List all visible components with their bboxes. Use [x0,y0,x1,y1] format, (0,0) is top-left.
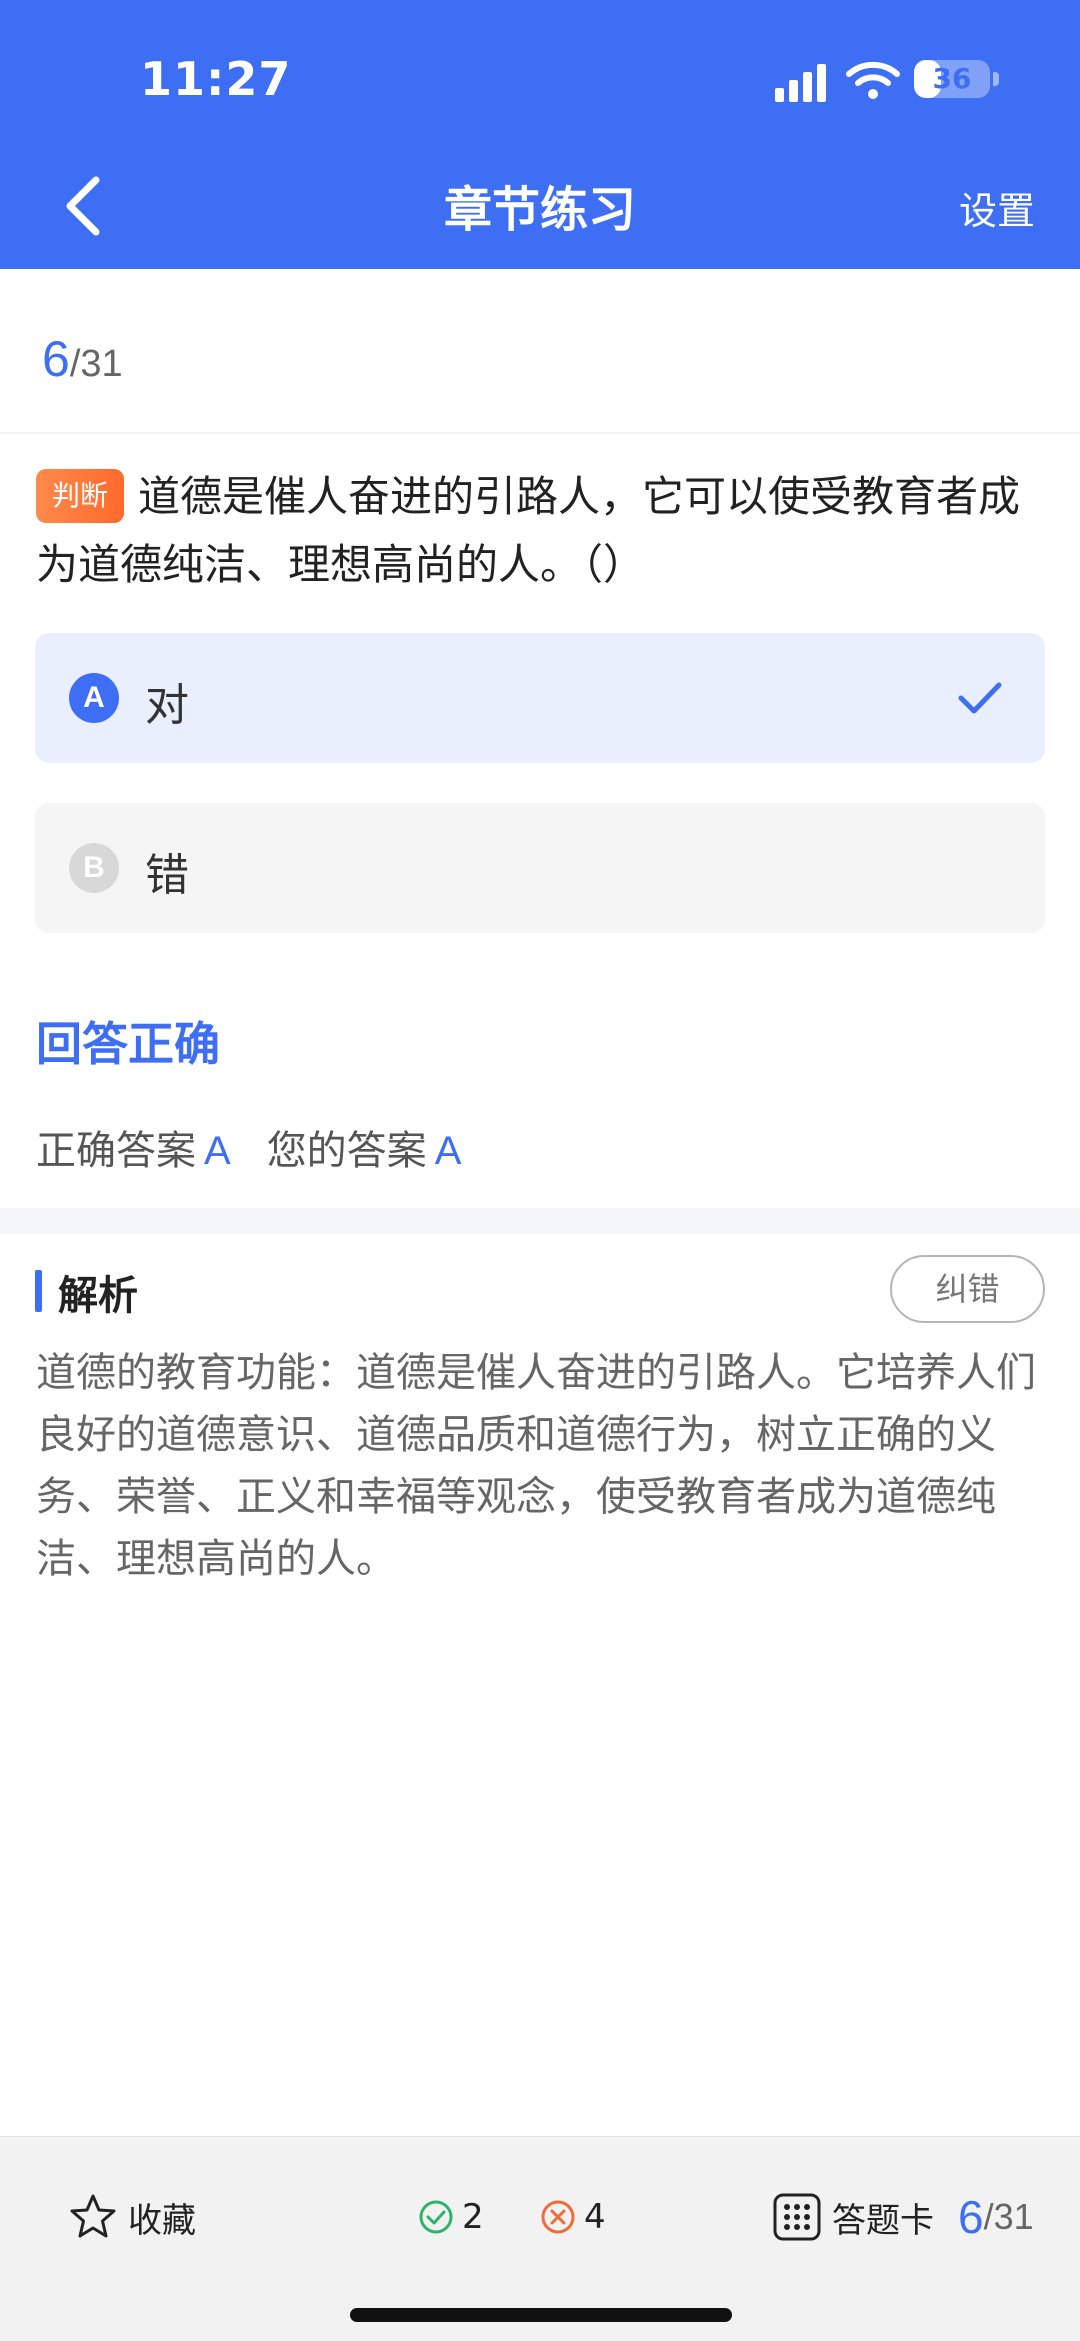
analysis-accent-bar [35,1270,42,1312]
check-icon [958,682,1002,714]
option-a-text: 对 [145,680,189,731]
back-button[interactable] [50,166,120,246]
answer-card-label: 答题卡 [832,2200,934,2241]
section-divider [0,1208,1080,1234]
correct-answer-label: 正确答案 [36,1128,196,1174]
correct-count: 2 [418,2189,484,2245]
correct-answer-value: A [204,1129,231,1173]
your-answer-value: A [434,1129,462,1173]
option-a-badge: A [69,673,119,723]
home-indicator [350,2308,732,2322]
correct-count-value: 2 [462,2197,484,2237]
wifi-icon [846,61,900,99]
grid-icon [773,2193,821,2241]
question-counter: 6/31 [42,330,123,388]
bottom-total-number: /31 [983,2196,1034,2237]
analysis-title: 解析 [58,1273,138,1319]
divider [0,432,1080,434]
battery-icon: 36 [914,60,990,98]
question-stem: 判断 道德是催人奋进的引路人，它可以使受教育者成为道德纯洁、理想高尚的人。（） [36,463,1046,599]
option-b-badge: B [69,843,119,893]
favorite-label: 收藏 [128,2200,196,2241]
status-time: 11:27 [140,52,292,106]
analysis-text: 道德的教育功能：道德是催人奋进的引路人。它培养人们良好的道德意识、道德品质和道德… [36,1350,1036,1582]
answer-summary: 正确答案 A 您的答案 A [36,1118,497,1176]
total-questions: /31 [69,343,123,385]
settings-button[interactable]: 设置 [959,180,1035,235]
result-title: 回答正确 [36,1017,220,1071]
cellular-signal-icon [775,64,826,102]
your-answer-label: 您的答案 [266,1128,427,1174]
app-header: 11:27 36 章节练习 设置 [0,0,1080,269]
question-type-tag: 判断 [36,469,125,523]
bottom-progress: 6/31 [958,2189,1034,2245]
battery-tip [993,72,999,86]
report-error-button[interactable]: 纠错 [890,1255,1045,1323]
option-b[interactable]: B 错 [35,803,1045,933]
wrong-count-value: 4 [584,2197,606,2237]
wrong-count: 4 [540,2189,606,2245]
question-text: 道德是催人奋进的引路人，它可以使受教育者成为道德纯洁、理想高尚的人。（） [36,472,1021,589]
x-circle-icon [541,2200,575,2234]
option-b-text: 错 [145,850,189,901]
bottom-current-number: 6 [958,2191,984,2243]
page-title: 章节练习 [443,182,636,238]
answer-card-button[interactable]: 答题卡 [772,2189,934,2245]
favorite-button[interactable]: 收藏 [68,2189,196,2245]
current-question-number: 6 [42,331,70,387]
star-icon [70,2194,116,2238]
option-a[interactable]: A 对 [35,633,1045,763]
check-circle-icon [419,2200,453,2234]
battery-percentage: 36 [932,62,972,95]
